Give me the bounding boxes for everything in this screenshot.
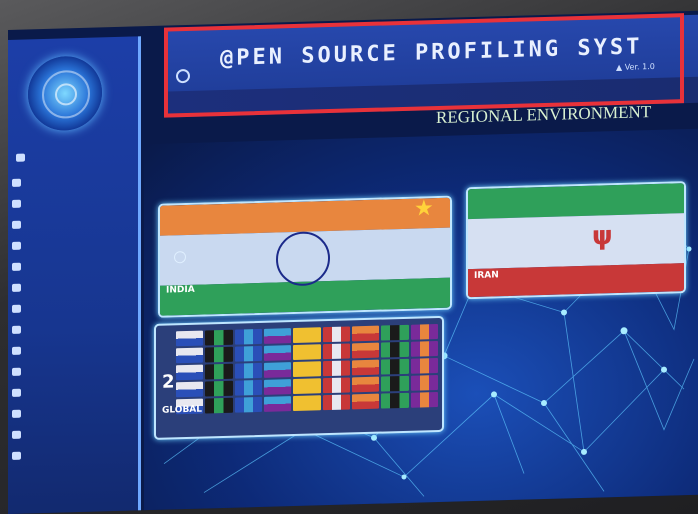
menu-icon [12, 304, 21, 313]
flag-thumbnail [234, 328, 262, 345]
menu-icon [12, 409, 21, 418]
sidebar [8, 36, 141, 514]
region-card-iran[interactable]: ψ IRAN [466, 181, 686, 300]
flag-thumbnail [205, 329, 233, 346]
sidebar-menu [12, 168, 134, 465]
home-icon [16, 153, 25, 162]
menu-icon [12, 178, 21, 187]
flag-thumbnail [264, 379, 292, 395]
flag-thumbnail [264, 345, 292, 361]
sidebar-item[interactable] [12, 441, 134, 465]
flag-thumbnail [322, 343, 350, 360]
menu-icon [12, 346, 21, 355]
flag-thumbnail [264, 328, 292, 344]
flag-thumbnail [176, 364, 204, 381]
flag-thumbnail [322, 326, 350, 343]
flag-thumbnail [205, 397, 233, 414]
menu-icon [12, 367, 21, 376]
region-card-india[interactable]: ★ INDIA [158, 195, 452, 318]
flag-thumbnail [410, 340, 438, 357]
flag-thumbnail [234, 362, 262, 379]
flag-thumbnail [352, 342, 380, 359]
flag-thumbnail [381, 392, 409, 409]
flag-thumbnail [381, 375, 409, 392]
card-title: GLOBAL [162, 404, 203, 416]
menu-icon [12, 199, 21, 208]
flag-thumbnail [234, 345, 262, 362]
flag-thumbnail [381, 341, 409, 358]
flag-band-white [468, 213, 684, 270]
star-icon: ★ [414, 196, 434, 222]
flag-thumbnail [352, 325, 380, 342]
flag-thumbnail [352, 393, 380, 410]
flag-thumbnail [293, 395, 321, 412]
region-card-global[interactable]: 2 GLOBAL [154, 315, 444, 440]
flag-thumbnail [264, 362, 292, 378]
flag-thumbnail [322, 377, 350, 394]
flag-thumbnail [410, 374, 438, 391]
flag-thumbnail [205, 380, 233, 397]
card-title: IRAN [474, 270, 499, 281]
flag-grid [176, 323, 438, 427]
global-count: 2 [162, 371, 175, 393]
menu-icon [12, 241, 21, 250]
flag-thumbnail [352, 359, 380, 376]
screen: @PEN SOURCE PROFILING SYST ▲ Ver. 1.0 RE… [8, 10, 698, 514]
flag-thumbnail [205, 346, 233, 363]
app-logo [28, 55, 102, 132]
flag-thumbnail [176, 330, 204, 347]
highlight-box [164, 13, 684, 118]
flag-band-red [468, 263, 684, 298]
menu-icon [12, 262, 21, 271]
flag-thumbnail [264, 396, 292, 412]
flag-thumbnail [381, 324, 409, 341]
menu-icon [12, 325, 21, 334]
flag-thumbnail [234, 379, 262, 396]
menu-icon [12, 388, 21, 397]
flag-thumbnail [410, 391, 438, 408]
flag-thumbnail [176, 381, 204, 398]
menu-icon [12, 430, 21, 439]
emblem-icon: ψ [592, 221, 613, 252]
flag-thumbnail [381, 358, 409, 375]
flag-thumbnail [352, 376, 380, 393]
sidebar-item-home[interactable] [16, 147, 126, 166]
flag-thumbnail [410, 357, 438, 374]
flag-thumbnail [234, 396, 262, 413]
menu-icon [12, 220, 21, 229]
menu-icon [12, 451, 21, 460]
flag-thumbnail [322, 394, 350, 411]
card-title: INDIA [166, 284, 195, 296]
menu-icon [12, 283, 21, 292]
flag-thumbnail [293, 378, 321, 395]
flag-thumbnail [293, 327, 321, 344]
flag-thumbnail [176, 347, 204, 364]
flag-thumbnail [322, 360, 350, 377]
flag-thumbnail [410, 323, 438, 340]
flag-thumbnail [293, 344, 321, 361]
flag-thumbnail [205, 363, 233, 380]
flag-thumbnail [293, 361, 321, 378]
